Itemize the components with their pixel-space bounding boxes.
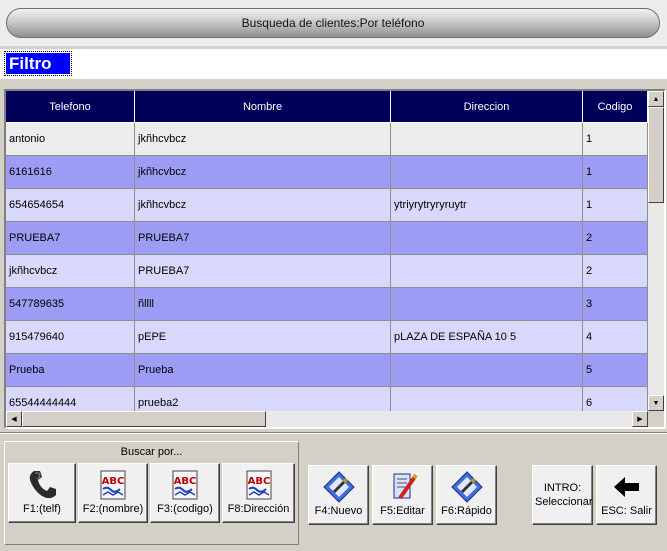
new-label: F4:Nuevo bbox=[314, 505, 363, 517]
column-header-telefono[interactable]: Telefono bbox=[6, 91, 135, 123]
cell-direccion bbox=[391, 255, 583, 288]
quick-button[interactable]: F6:Rápido bbox=[436, 465, 497, 525]
table-row[interactable]: PRUEBA7 PRUEBA7 2 bbox=[6, 222, 648, 255]
phone-icon bbox=[29, 471, 56, 499]
cell-nombre: PRUEBA7 bbox=[135, 255, 391, 288]
cell-direccion bbox=[391, 354, 583, 387]
cell-codigo: 2 bbox=[583, 255, 648, 288]
cell-telefono: jkñhcvbcz bbox=[6, 255, 135, 288]
cell-nombre: PRUEBA7 bbox=[135, 222, 391, 255]
svg-text:ABC: ABC bbox=[102, 476, 125, 487]
filter-row: Filtro bbox=[0, 49, 667, 79]
divider bbox=[0, 432, 667, 434]
scroll-up-button[interactable]: ▲ bbox=[648, 91, 664, 107]
column-header-codigo[interactable]: Codigo bbox=[583, 91, 648, 123]
select-label: INTRO: Seleccionar bbox=[535, 482, 593, 508]
search-by-title: Buscar por... bbox=[120, 446, 183, 458]
abc-icon: ABC bbox=[246, 470, 271, 500]
cell-codigo: 1 bbox=[583, 189, 648, 222]
vertical-scroll-thumb[interactable] bbox=[648, 107, 664, 203]
edit-button[interactable]: F5:Editar bbox=[372, 465, 433, 525]
search-name-label: F2:(nombre) bbox=[82, 503, 144, 515]
cell-codigo: 5 bbox=[583, 354, 648, 387]
select-button[interactable]: INTRO: Seleccionar bbox=[532, 465, 593, 525]
filter-input[interactable] bbox=[74, 52, 662, 75]
search-phone-label: F1:(telf) bbox=[23, 503, 61, 515]
cell-telefono: 65544444444 bbox=[6, 387, 135, 411]
edit-record-icon bbox=[393, 473, 418, 500]
cell-telefono: PRUEBA7 bbox=[6, 222, 135, 255]
cell-codigo: 1 bbox=[583, 156, 648, 189]
table-row[interactable]: 65544444444 prueba2 6 bbox=[6, 387, 648, 411]
cell-direccion: pLAZA DE ESPAÑA 10 5 bbox=[391, 321, 583, 354]
quick-label: F6:Rápido bbox=[441, 505, 492, 517]
column-header-direccion[interactable]: Direccion bbox=[391, 91, 583, 123]
new-record-icon bbox=[322, 471, 355, 503]
search-phone-button[interactable]: F1:(telf) bbox=[8, 463, 76, 523]
cell-nombre: ñllll bbox=[135, 288, 391, 321]
svg-text:ABC: ABC bbox=[174, 476, 197, 487]
column-header-nombre[interactable]: Nombre bbox=[135, 91, 391, 123]
horizontal-scrollbar[interactable]: ◀ ▶ bbox=[6, 411, 648, 427]
clients-table[interactable]: Telefono Nombre Direccion Codigo antonio… bbox=[4, 89, 666, 429]
table-body: Telefono Nombre Direccion Codigo antonio… bbox=[6, 91, 648, 411]
cell-telefono: Prueba bbox=[6, 354, 135, 387]
cell-codigo: 1 bbox=[583, 123, 648, 156]
search-address-label: F8:Dirección bbox=[227, 503, 290, 515]
cell-codigo: 4 bbox=[583, 321, 648, 354]
search-name-button[interactable]: ABC F2:(nombre) bbox=[78, 463, 148, 523]
search-address-button[interactable]: ABC F8:Dirección bbox=[222, 463, 295, 523]
table-row[interactable]: jkñhcvbcz PRUEBA7 2 bbox=[6, 255, 648, 288]
scroll-right-button[interactable]: ▶ bbox=[632, 411, 648, 427]
new-button[interactable]: F4:Nuevo bbox=[308, 465, 369, 525]
exit-label: ESC: Salir bbox=[601, 505, 652, 517]
cell-codigo: 2 bbox=[583, 222, 648, 255]
back-arrow-icon bbox=[613, 477, 639, 497]
search-code-button[interactable]: ABC F3:(codigo) bbox=[150, 463, 220, 523]
quick-record-icon bbox=[450, 471, 483, 503]
cell-codigo: 3 bbox=[583, 288, 648, 321]
cell-codigo: 6 bbox=[583, 387, 648, 411]
horizontal-scroll-thumb[interactable] bbox=[22, 411, 266, 427]
exit-button[interactable]: ESC: Salir bbox=[596, 465, 657, 525]
cell-nombre: jkñhcvbcz bbox=[135, 189, 391, 222]
cell-nombre: pEPE bbox=[135, 321, 391, 354]
cell-direccion bbox=[391, 288, 583, 321]
cell-direccion bbox=[391, 222, 583, 255]
cell-nombre: jkñhcvbcz bbox=[135, 123, 391, 156]
cell-direccion bbox=[391, 387, 583, 411]
scroll-corner bbox=[648, 411, 664, 427]
cell-nombre: prueba2 bbox=[135, 387, 391, 411]
window-title: Busqueda de clientes:Por teléfono bbox=[6, 8, 660, 38]
cell-telefono: 654654654 bbox=[6, 189, 135, 222]
vertical-scrollbar[interactable]: ▲ ▼ bbox=[648, 91, 664, 411]
table-row[interactable]: antonio jkñhcvbcz 1 bbox=[6, 123, 648, 156]
cell-telefono: 547789635 bbox=[6, 288, 135, 321]
table-row[interactable]: 915479640 pEPE pLAZA DE ESPAÑA 10 5 4 bbox=[6, 321, 648, 354]
search-code-label: F3:(codigo) bbox=[157, 503, 213, 515]
cell-nombre: jkñhcvbcz bbox=[135, 156, 391, 189]
cell-direccion: ytriyrytryryruytr bbox=[391, 189, 583, 222]
cell-telefono: 6161616 bbox=[6, 156, 135, 189]
scroll-left-button[interactable]: ◀ bbox=[6, 411, 22, 427]
cell-telefono: 915479640 bbox=[6, 321, 135, 354]
cell-telefono: antonio bbox=[6, 123, 135, 156]
table-row[interactable]: 654654654 jkñhcvbcz ytriyrytryryruytr 1 bbox=[6, 189, 648, 222]
cell-direccion bbox=[391, 123, 583, 156]
table-row[interactable]: Prueba Prueba 5 bbox=[6, 354, 648, 387]
abc-icon: ABC bbox=[100, 470, 126, 500]
edit-label: F5:Editar bbox=[380, 505, 425, 517]
table-row[interactable]: 547789635 ñllll 3 bbox=[6, 288, 648, 321]
svg-text:ABC: ABC bbox=[247, 476, 270, 487]
scroll-down-button[interactable]: ▼ bbox=[648, 395, 664, 411]
abc-icon: ABC bbox=[172, 470, 198, 500]
filter-label: Filtro bbox=[4, 51, 72, 76]
cell-direccion bbox=[391, 156, 583, 189]
table-row[interactable]: 6161616 jkñhcvbcz 1 bbox=[6, 156, 648, 189]
cell-nombre: Prueba bbox=[135, 354, 391, 387]
